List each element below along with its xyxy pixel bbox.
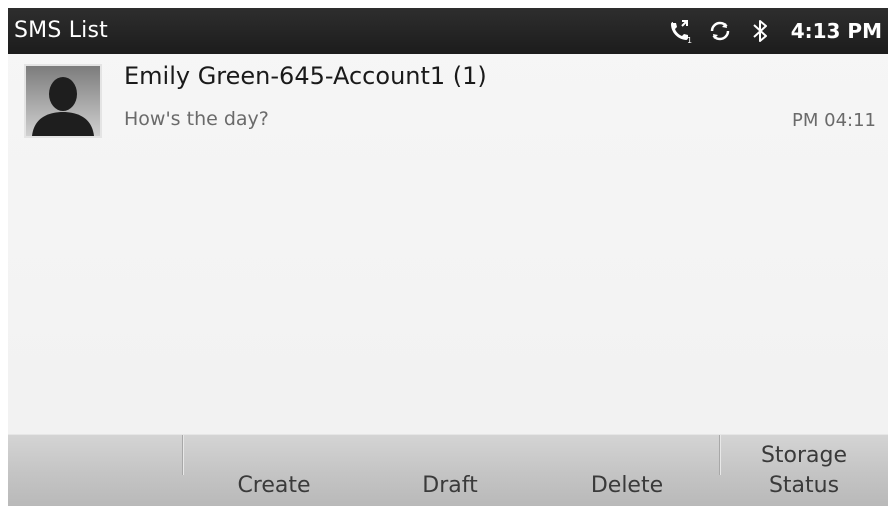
storage-status-button[interactable]: Storage Status: [720, 435, 888, 506]
status-icons: 1 4:13 PM: [667, 8, 882, 54]
message-preview: How's the day?: [124, 108, 269, 130]
storage-label-line1: Storage: [760, 443, 848, 468]
call-forward-icon: 1: [667, 18, 693, 44]
draft-button[interactable]: Draft: [364, 435, 536, 506]
list-item[interactable]: Emily Green-645-Account1 (1) How's the d…: [8, 54, 888, 144]
person-silhouette-icon: [26, 66, 100, 136]
toolbar-divider: [182, 435, 183, 475]
message-list: Emily Green-645-Account1 (1) How's the d…: [8, 54, 888, 434]
screen-title: SMS List: [14, 18, 108, 43]
message-time: PM 04:11: [792, 110, 876, 131]
bluetooth-icon: [747, 18, 773, 44]
create-button[interactable]: Create: [184, 435, 364, 506]
contact-name: Emily Green-645-Account1 (1): [124, 62, 487, 90]
avatar: [24, 64, 102, 138]
clock-time: 4:13 PM: [790, 19, 882, 43]
sync-icon: [707, 18, 733, 44]
bottom-toolbar: Create Draft Delete Storage Status: [8, 434, 888, 506]
svg-text:1: 1: [687, 36, 692, 44]
status-bar: SMS List 1 4:13 PM: [8, 8, 888, 54]
delete-button[interactable]: Delete: [536, 435, 718, 506]
sms-list-screen: SMS List 1 4:13 PM Emily Green-645-Accou…: [8, 8, 888, 506]
storage-label-line2: Status: [768, 473, 840, 498]
